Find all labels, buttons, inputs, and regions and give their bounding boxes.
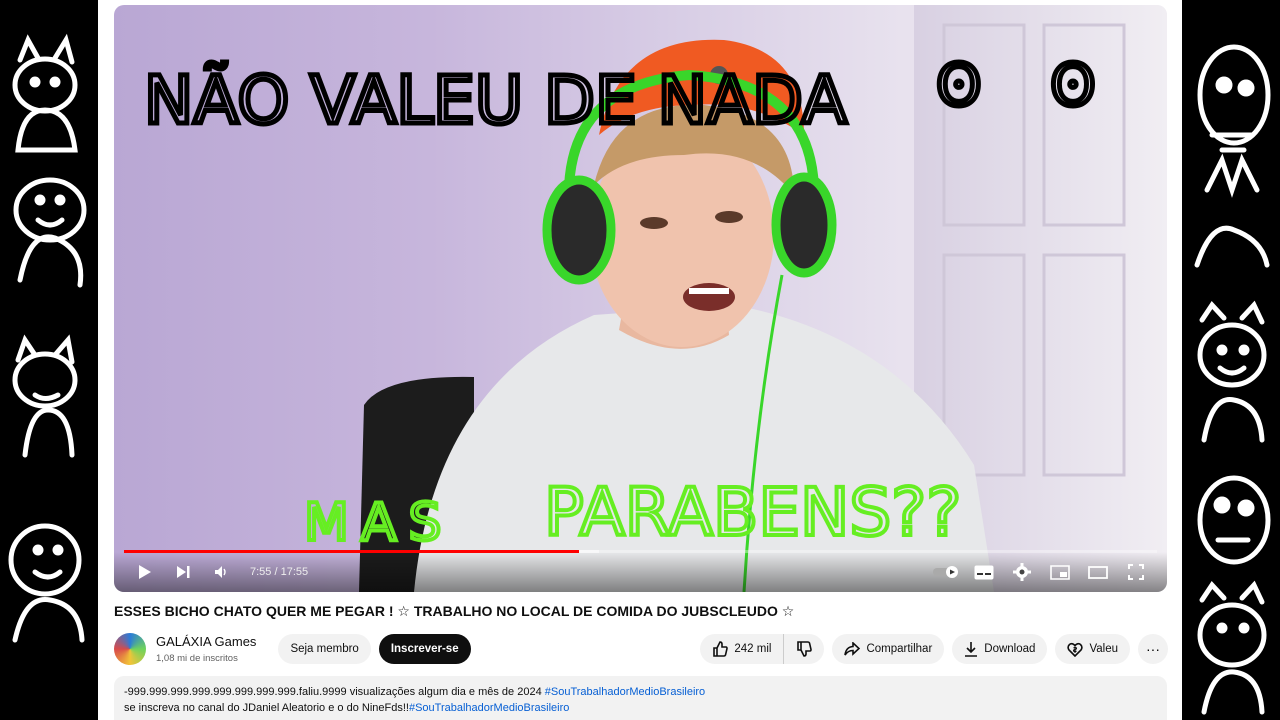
subtitles-icon [974, 565, 994, 579]
download-icon [965, 642, 978, 657]
overlay-text-top: NÃO VALEU DE NADA [144, 62, 847, 139]
autoplay-toggle[interactable] [927, 556, 965, 588]
like-dislike-group: 242 mil [700, 634, 825, 664]
join-button[interactable]: Seja membro [278, 634, 371, 664]
share-button[interactable]: Compartilhar [832, 634, 945, 664]
like-button[interactable]: 242 mil [700, 634, 785, 664]
description-line-1: -999.999.999.999.999.999.999.999.faliu.9… [124, 684, 1157, 700]
play-icon [139, 565, 151, 579]
fullscreen-button[interactable] [1117, 556, 1155, 588]
overlay-text-faces: ʘ ʘ [936, 51, 1121, 119]
autoplay-toggle-icon [933, 566, 958, 578]
channel-info: GALÁXIA Games 1,08 mi de inscritos [156, 634, 256, 664]
theater-mode-button[interactable] [1079, 556, 1117, 588]
dislike-button[interactable] [784, 634, 824, 664]
description-text: se inscreva no canal do JDaniel Aleatori… [124, 702, 409, 714]
thanks-button[interactable]: Valeu [1055, 634, 1130, 664]
view-count-and-date: -999.999.999.999.999.999.999.999.faliu.9… [124, 686, 542, 698]
miniplayer-button[interactable] [1041, 556, 1079, 588]
video-actions: 242 mil Compartilhar Download Valeu ··· [700, 633, 1168, 665]
channel-owner-bar: GALÁXIA Games 1,08 mi de inscritos Seja … [114, 633, 471, 665]
player-controls: 7:55 / 17:55 [114, 552, 1167, 592]
share-icon [844, 642, 861, 656]
left-doodle-strip [0, 0, 98, 720]
video-frame: NÃO VALEU DE NADA ʘ ʘ MAS PARABENS?? [142, 5, 1167, 592]
thanks-label: Valeu [1089, 643, 1118, 655]
watch-page: NÃO VALEU DE NADA ʘ ʘ MAS PARABENS?? 7:5… [98, 0, 1182, 720]
subscriber-count: 1,08 mi de inscritos [156, 653, 238, 664]
overlay-text-mas: MAS [304, 493, 453, 553]
channel-avatar[interactable] [114, 633, 146, 665]
description-box[interactable]: -999.999.999.999.999.999.999.999.faliu.9… [114, 676, 1167, 720]
heart-dollar-icon [1067, 642, 1084, 657]
channel-name[interactable]: GALÁXIA Games [156, 634, 256, 649]
hashtag-link[interactable]: #SouTrabalhadorMedioBrasileiro [545, 686, 705, 698]
duration: 17:55 [280, 566, 309, 578]
doodle-characters-left [8, 33, 87, 643]
thumbs-down-icon [797, 641, 813, 657]
miniplayer-icon [1050, 564, 1070, 580]
volume-icon [215, 566, 226, 578]
time-display: 7:55 / 17:55 [250, 566, 308, 578]
right-doodle-strip [1182, 0, 1280, 720]
headphone-right [771, 172, 837, 278]
current-time: 7:55 [250, 566, 272, 578]
next-icon [177, 566, 190, 578]
share-label: Compartilhar [866, 643, 933, 655]
more-actions-button[interactable]: ··· [1138, 634, 1168, 664]
hashtag-link[interactable]: #SouTrabalhadorMedioBrasileiro [409, 702, 569, 714]
video-title: ESSES BICHO CHATO QUER ME PEGAR ! ☆ TRAB… [114, 603, 795, 619]
video-player[interactable]: NÃO VALEU DE NADA ʘ ʘ MAS PARABENS?? 7:5… [114, 5, 1167, 592]
next-button[interactable] [164, 556, 202, 588]
theater-icon [1088, 565, 1108, 579]
description-line-2: se inscreva no canal do JDaniel Aleatori… [124, 700, 1157, 716]
subscribe-button[interactable]: Inscrever-se [378, 634, 471, 664]
settings-button[interactable] [1003, 556, 1041, 588]
subtitles-button[interactable] [965, 556, 1003, 588]
like-count: 242 mil [734, 643, 772, 655]
headphone-left [542, 175, 616, 285]
fullscreen-icon [1128, 564, 1144, 580]
thumbs-up-icon [713, 641, 729, 657]
time-separator: / [271, 566, 281, 578]
download-button[interactable]: Download [952, 634, 1048, 664]
gear-icon [1013, 563, 1031, 581]
play-button[interactable] [126, 556, 164, 588]
overlay-text-parabens: PARABENS?? [544, 474, 961, 551]
download-label: Download [984, 643, 1036, 655]
doodle-characters-right [1194, 44, 1271, 715]
volume-button[interactable] [202, 556, 240, 588]
